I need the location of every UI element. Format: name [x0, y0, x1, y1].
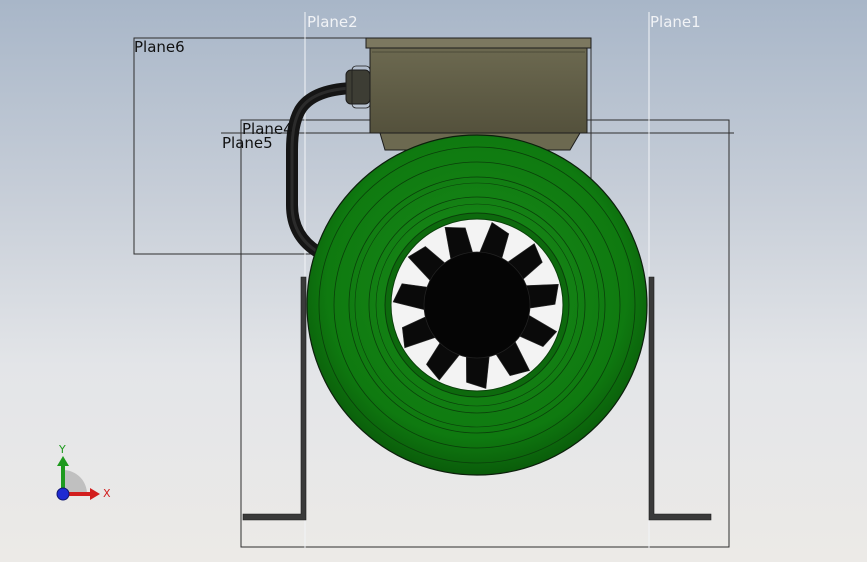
- triad-y-arrow-icon: [57, 456, 69, 466]
- triad-y-label: Y: [59, 443, 66, 456]
- reference-triad: [56, 456, 100, 501]
- triad-x-label: X: [103, 487, 111, 500]
- triad-x-arrow-icon: [90, 488, 100, 500]
- plane6-label[interactable]: Plane6: [134, 39, 185, 55]
- plane5-label[interactable]: Plane5: [222, 135, 273, 151]
- plane1-label[interactable]: Plane1: [650, 14, 701, 30]
- cable-gland[interactable]: [345, 69, 371, 105]
- triad-z-axis-icon: [56, 487, 70, 501]
- impeller-hub: [423, 251, 531, 359]
- motor-box[interactable]: [365, 37, 592, 151]
- plane2-label[interactable]: Plane2: [307, 14, 358, 30]
- left-bracket[interactable]: [242, 276, 307, 521]
- model-scene[interactable]: [0, 0, 867, 562]
- graphics-viewport[interactable]: Plane2 Plane1 Plane6 Plane4 Plane5 Y X: [0, 0, 867, 562]
- right-bracket[interactable]: [648, 276, 712, 521]
